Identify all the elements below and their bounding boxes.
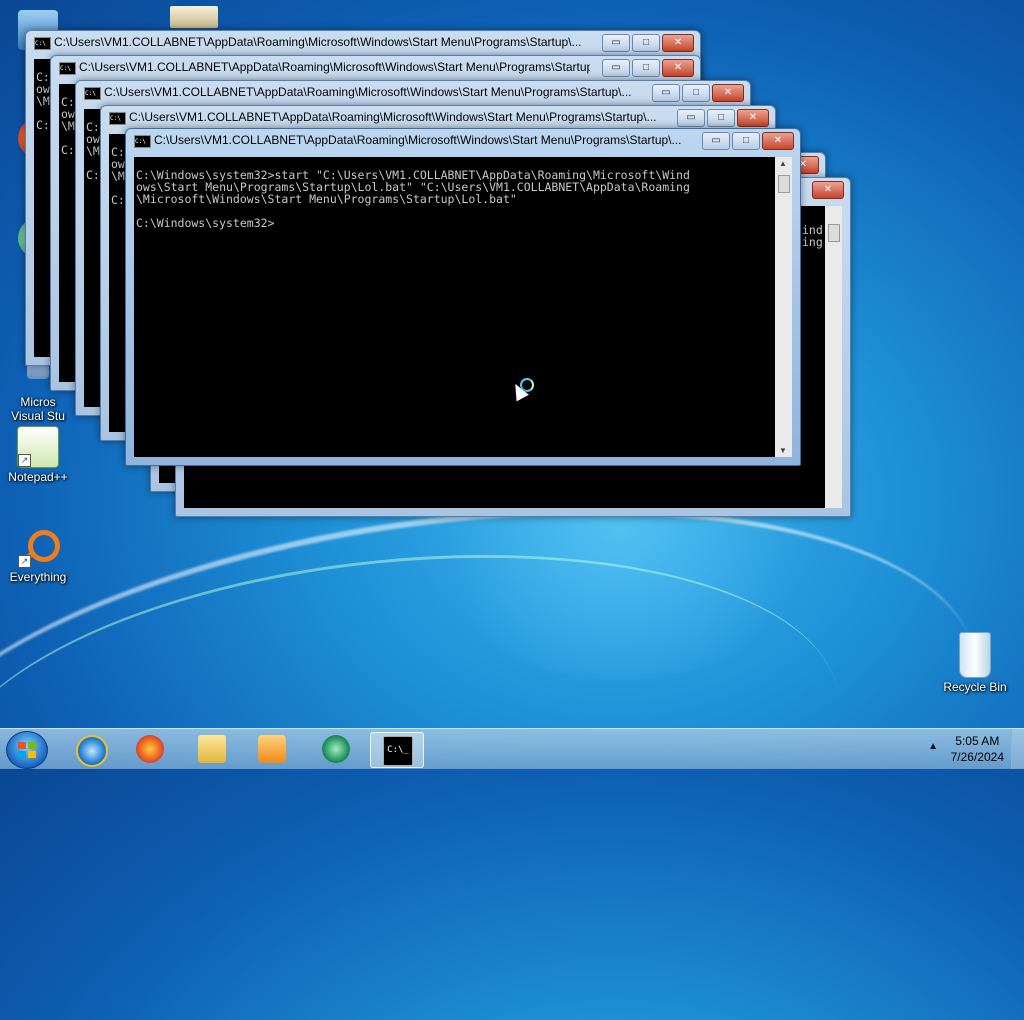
window-title: C:\Users\VM1.COLLABNET\AppData\Roaming\M… bbox=[129, 110, 657, 124]
close-button[interactable]: ✕ bbox=[712, 84, 744, 102]
clock-date: 7/26/2024 bbox=[950, 750, 1004, 764]
notepad-plus-plus-icon: ↗ bbox=[17, 426, 59, 468]
shortcut-arrow-icon: ↗ bbox=[18, 555, 31, 568]
close-button[interactable]: ✕ bbox=[812, 181, 844, 199]
taskbar-item-internet-explorer[interactable] bbox=[64, 732, 116, 767]
window-title: C:\Users\VM1.COLLABNET\AppData\Roaming\M… bbox=[54, 35, 582, 49]
window-titlebar[interactable]: C:\ C:\Users\VM1.COLLABNET\AppData\Roami… bbox=[51, 56, 700, 78]
maximize-button[interactable]: □ bbox=[632, 34, 660, 52]
clock-time: 5:05 AM bbox=[955, 734, 1000, 748]
window-titlebar[interactable]: C:\ C:\Users\VM1.COLLABNET\AppData\Roami… bbox=[101, 106, 775, 128]
taskbar-item-firefox[interactable] bbox=[124, 732, 176, 766]
shortcut-arrow-icon: ↗ bbox=[18, 454, 31, 467]
close-button[interactable]: ✕ bbox=[737, 109, 769, 127]
app-green-icon bbox=[322, 735, 350, 763]
taskbar-item-file-explorer[interactable] bbox=[186, 732, 238, 766]
console-area[interactable]: C:\Windows\system32>start "C:\Users\VM1.… bbox=[134, 157, 792, 457]
scrollbar-thumb[interactable] bbox=[778, 175, 790, 193]
minimize-button[interactable]: ▭ bbox=[677, 109, 705, 127]
everything-icon: ↗ bbox=[18, 528, 60, 568]
maximize-button[interactable]: □ bbox=[732, 132, 760, 150]
close-button[interactable]: ✕ bbox=[662, 34, 694, 52]
window-titlebar[interactable]: C:\ C:\Users\VM1.COLLABNET\AppData\Roami… bbox=[76, 81, 750, 103]
minimize-button[interactable]: ▭ bbox=[702, 132, 730, 150]
window-titlebar[interactable]: C:\ C:\Users\VM1.COLLABNET\AppData\Roami… bbox=[26, 31, 700, 53]
scrollbar-thumb[interactable] bbox=[828, 224, 840, 242]
folder-icon bbox=[198, 735, 226, 763]
console-text: ind ing bbox=[802, 223, 823, 249]
taskbar: C:\_ ▲ 5:05 AM 7/26/2024 bbox=[0, 728, 1024, 769]
desktop-icon-recycle-bin[interactable]: Recycle Bin bbox=[937, 632, 1013, 694]
scroll-up-arrow-icon[interactable]: ▲ bbox=[779, 159, 787, 168]
desktop-icon-label: Notepad++ bbox=[8, 470, 68, 484]
start-button[interactable] bbox=[6, 731, 48, 769]
window-title: C:\Users\VM1.COLLABNET\AppData\Roaming\M… bbox=[79, 60, 590, 74]
cmd-app-icon: C:\ bbox=[134, 135, 151, 148]
taskbar-item-cmd[interactable]: C:\_ bbox=[370, 732, 424, 768]
console-text: C:\Windows\system32>start "C:\Users\VM1.… bbox=[136, 168, 690, 230]
recycle-bin-icon bbox=[959, 632, 991, 678]
minimize-button[interactable]: ▭ bbox=[652, 84, 680, 102]
cmd-app-icon: C:\ bbox=[109, 112, 126, 125]
vertical-scrollbar[interactable]: ▲ ▼ bbox=[775, 157, 792, 457]
desktop-icon-everything[interactable]: ↗ Everything bbox=[0, 528, 76, 584]
window-title: C:\Users\VM1.COLLABNET\AppData\Roaming\M… bbox=[154, 133, 682, 147]
desktop-icon-label: Everything bbox=[9, 570, 67, 584]
close-button[interactable]: ✕ bbox=[762, 132, 794, 150]
show-hidden-icons-button[interactable]: ▲ bbox=[928, 741, 938, 752]
taskbar-item-media-player[interactable] bbox=[246, 732, 298, 766]
windows-logo-icon bbox=[18, 742, 36, 758]
window-titlebar[interactable]: C:\ C:\Users\VM1.COLLABNET\AppData\Roami… bbox=[126, 129, 800, 151]
taskbar-item-app[interactable] bbox=[310, 732, 362, 766]
firefox-icon bbox=[136, 735, 164, 763]
cmd-window-active[interactable]: C:\ C:\Users\VM1.COLLABNET\AppData\Roami… bbox=[125, 128, 801, 466]
minimize-button[interactable]: ▭ bbox=[602, 34, 630, 52]
system-clock[interactable]: 5:05 AM 7/26/2024 bbox=[951, 733, 1004, 765]
internet-explorer-icon bbox=[76, 735, 108, 767]
maximize-button[interactable]: □ bbox=[707, 109, 735, 127]
maximize-button[interactable]: □ bbox=[682, 84, 710, 102]
cmd-app-icon: C:\ bbox=[34, 37, 51, 50]
desktop-icon-partial-top[interactable] bbox=[170, 6, 218, 28]
desktop-icon-label: Recycle Bin bbox=[943, 680, 1007, 694]
cmd-icon: C:\_ bbox=[383, 736, 413, 766]
close-button[interactable]: ✕ bbox=[662, 59, 694, 77]
window-title: C:\Users\VM1.COLLABNET\AppData\Roaming\M… bbox=[104, 85, 632, 99]
media-player-icon bbox=[258, 735, 286, 763]
cmd-app-icon: C:\ bbox=[59, 62, 76, 75]
minimize-button[interactable]: ▭ bbox=[602, 59, 630, 77]
show-desktop-button[interactable] bbox=[1011, 729, 1024, 769]
desktop-icon-notepad-plus-plus[interactable]: ↗ Notepad++ bbox=[0, 426, 76, 484]
scroll-down-arrow-icon[interactable]: ▼ bbox=[779, 446, 787, 455]
desktop-icon-label: Micros Visual Stu bbox=[11, 395, 65, 423]
maximize-button[interactable]: □ bbox=[632, 59, 660, 77]
vertical-scrollbar[interactable] bbox=[825, 206, 842, 508]
cmd-app-icon: C:\ bbox=[84, 87, 101, 100]
